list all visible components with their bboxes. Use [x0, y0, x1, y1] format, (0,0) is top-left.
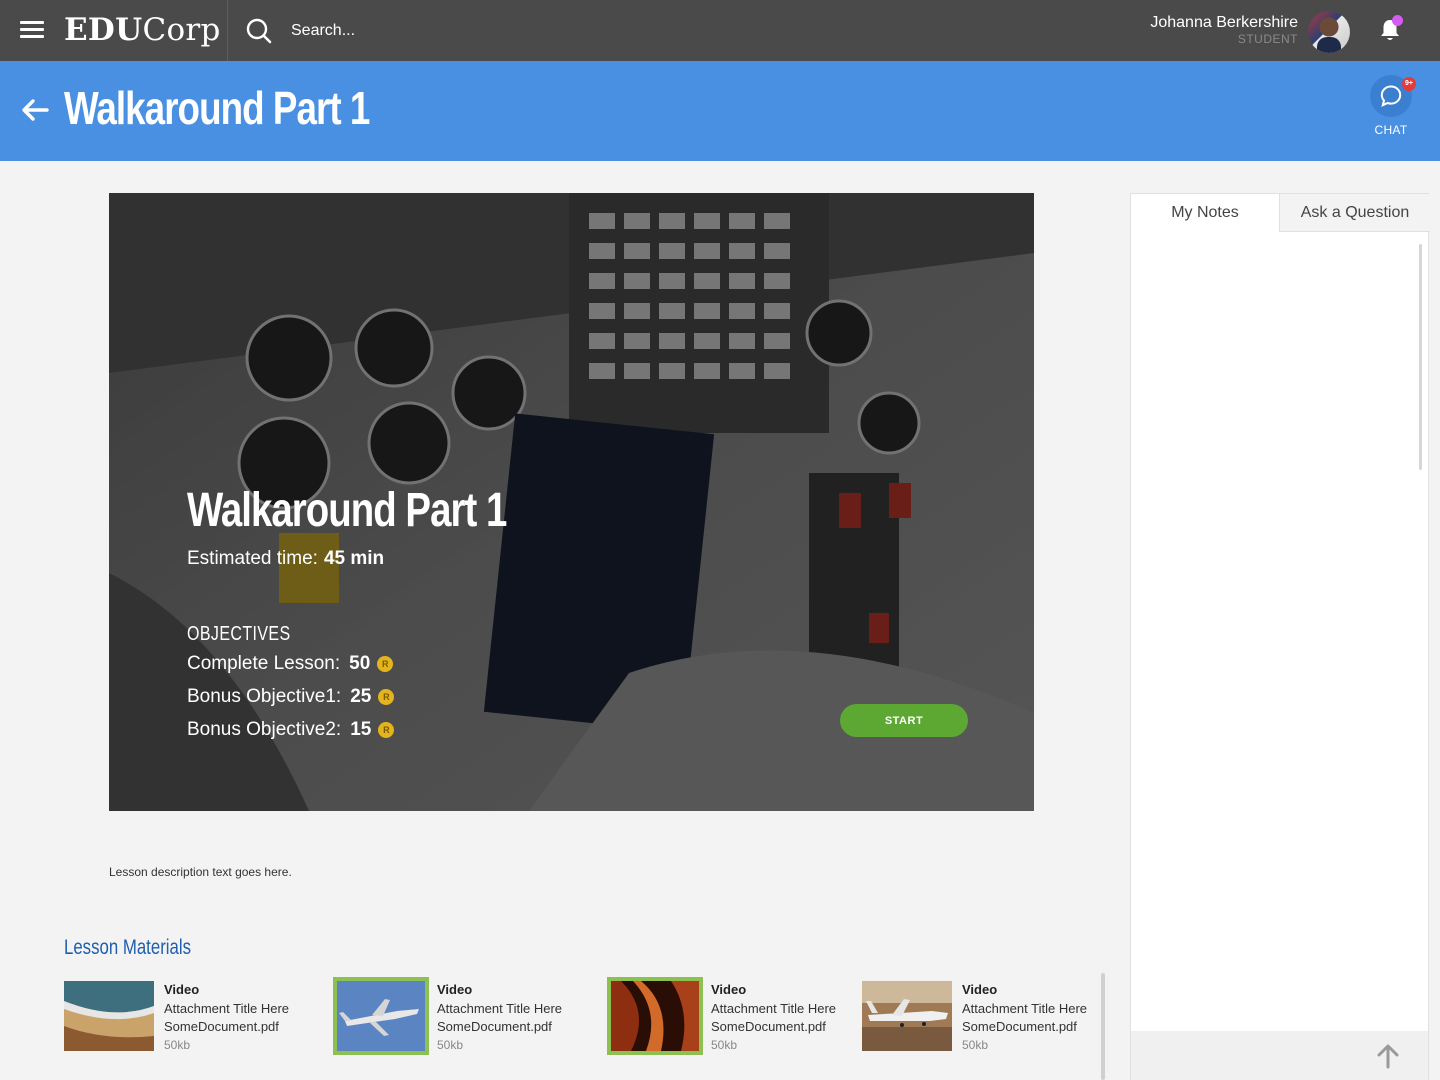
chat-badge: 9+ — [1402, 77, 1416, 91]
panel-scrollbar[interactable] — [1419, 244, 1422, 470]
coin-icon — [378, 689, 395, 705]
logo[interactable]: EDUCorp — [64, 12, 221, 48]
start-button[interactable]: START — [840, 704, 968, 737]
material-filename: SomeDocument.pdf — [962, 1019, 1077, 1034]
lesson-hero: Walkaround Part 1 Estimated time: 45 min … — [109, 193, 1034, 811]
arrow-up-icon[interactable] — [1376, 1043, 1400, 1069]
material-item[interactable]: Video Attachment Title Here SomeDocument… — [607, 977, 847, 1055]
coin-icon — [377, 656, 394, 672]
top-bar: EDUCorp Search... Johanna Berkershire ST… — [0, 0, 1440, 61]
page-title: Walkaround Part 1 — [64, 82, 370, 134]
objective-item: Bonus Objective1: 25 — [187, 686, 395, 708]
material-type: Video — [164, 982, 200, 997]
objectives-heading: OBJECTIVES — [187, 623, 291, 645]
lesson-description: Lesson description text goes here. — [109, 865, 292, 879]
material-title[interactable]: Attachment Title Here — [437, 999, 577, 1018]
objective-item: Complete Lesson: 50 — [187, 653, 394, 675]
material-size: 50kb — [437, 1038, 464, 1052]
panel-footer — [1131, 1031, 1428, 1080]
material-type: Video — [962, 982, 998, 997]
material-size: 50kb — [164, 1038, 191, 1052]
tab-my-notes[interactable]: My Notes — [1131, 194, 1280, 232]
coin-icon — [378, 722, 395, 738]
tab-ask-question[interactable]: Ask a Question — [1280, 194, 1430, 232]
notification-dot — [1392, 15, 1403, 26]
estimated-time: Estimated time: 45 min — [187, 548, 385, 569]
material-item[interactable]: Video Attachment Title Here SomeDocument… — [64, 977, 304, 1055]
material-thumbnail[interactable] — [607, 977, 703, 1055]
material-item[interactable]: Video Attachment Title Here SomeDocument… — [862, 977, 1098, 1055]
material-type: Video — [711, 982, 747, 997]
back-arrow-icon[interactable] — [21, 98, 49, 122]
avatar[interactable] — [1308, 11, 1350, 53]
material-thumbnail[interactable] — [333, 977, 429, 1055]
lesson-materials-heading: Lesson Materials — [64, 936, 191, 959]
search-icon[interactable] — [245, 17, 273, 45]
user-name: Johanna Berkershire — [1150, 14, 1298, 31]
topbar-divider — [227, 0, 228, 61]
material-filename: SomeDocument.pdf — [164, 1019, 279, 1034]
material-thumbnail[interactable] — [862, 981, 952, 1051]
material-size: 50kb — [962, 1038, 989, 1052]
material-title[interactable]: Attachment Title Here — [962, 999, 1102, 1018]
material-title[interactable]: Attachment Title Here — [164, 999, 304, 1018]
menu-icon[interactable] — [20, 21, 44, 39]
search-input[interactable]: Search... — [291, 22, 355, 40]
materials-scrollbar[interactable] — [1101, 973, 1105, 1080]
material-size: 50kb — [711, 1038, 738, 1052]
material-thumbnail[interactable] — [64, 981, 154, 1051]
chat-bubble-icon — [1380, 85, 1402, 107]
title-bar: Walkaround Part 1 9+ CHAT — [0, 61, 1440, 161]
material-type: Video — [437, 982, 473, 997]
material-title[interactable]: Attachment Title Here — [711, 999, 851, 1018]
user-role: STUDENT — [1237, 32, 1298, 46]
material-filename: SomeDocument.pdf — [711, 1019, 826, 1034]
material-item[interactable]: Video Attachment Title Here SomeDocument… — [333, 977, 573, 1055]
material-filename: SomeDocument.pdf — [437, 1019, 552, 1034]
chat-label[interactable]: CHAT — [1366, 123, 1416, 137]
hero-title: Walkaround Part 1 — [187, 484, 507, 537]
objective-item: Bonus Objective2: 15 — [187, 719, 395, 741]
notes-panel: My Notes Ask a Question — [1130, 193, 1430, 1080]
